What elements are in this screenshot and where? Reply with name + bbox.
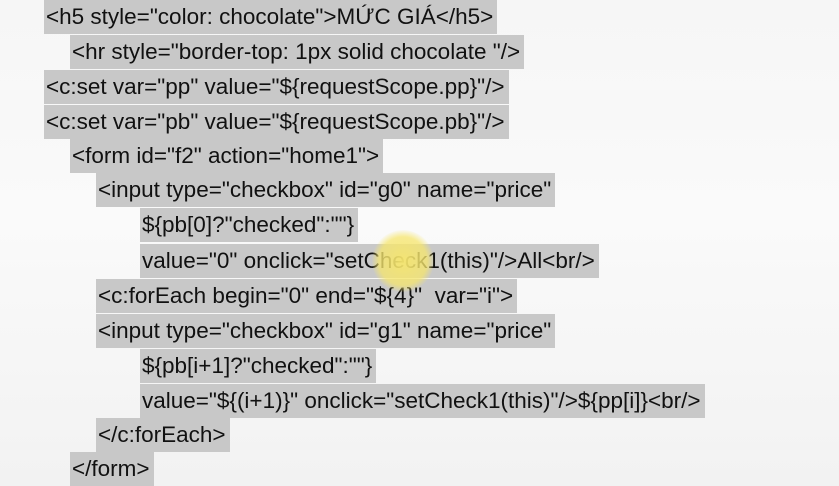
selected-text[interactable]: </form> xyxy=(70,452,154,486)
selected-text[interactable]: <c:set var="pp" value="${requestScope.pp… xyxy=(44,70,509,104)
selected-text[interactable]: </c:forEach> xyxy=(96,418,230,452)
code-line: <input type="checkbox" id="g1" name="pri… xyxy=(96,314,556,348)
code-line: <c:set var="pb" value="${requestScope.pb… xyxy=(44,105,509,139)
selected-text[interactable]: <hr style="border-top: 1px solid chocola… xyxy=(70,35,525,69)
code-editor-view: <h5 style="color: chocolate">MỨC GIÁ</h5… xyxy=(0,0,839,486)
code-line: <h5 style="color: chocolate">MỨC GIÁ</h5… xyxy=(44,0,498,34)
selected-text[interactable]: <c:forEach begin="0" end="${4}" var="i"> xyxy=(96,279,518,313)
code-line: ${pb[0]?"checked":""} xyxy=(140,208,359,242)
code-line: value="0" onclick="setCheck1(this)"/>All… xyxy=(140,244,599,278)
code-line: <input type="checkbox" id="g0" name="pri… xyxy=(96,173,556,207)
code-line: value="${(i+1)}" onclick="setCheck1(this… xyxy=(140,384,705,418)
selected-text[interactable]: <c:set var="pb" value="${requestScope.pb… xyxy=(44,105,509,139)
code-line: </c:forEach> xyxy=(96,418,230,452)
selected-text[interactable]: value="${(i+1)}" onclick="setCheck1(this… xyxy=(140,384,705,418)
code-line: <hr style="border-top: 1px solid chocola… xyxy=(70,35,525,69)
selected-text[interactable]: ${pb[i+1]?"checked":""} xyxy=(140,349,377,383)
selected-text[interactable]: <h5 style="color: chocolate">MỨC GIÁ</h5… xyxy=(44,0,498,34)
selected-text[interactable]: ${pb[0]?"checked":""} xyxy=(140,208,359,242)
selected-text[interactable]: value="0" onclick="setCheck1(this)"/>All… xyxy=(140,244,599,278)
selected-text[interactable]: <input type="checkbox" id="g0" name="pri… xyxy=(96,173,556,207)
code-line: <c:forEach begin="0" end="${4}" var="i"> xyxy=(96,279,518,313)
code-line: </form> xyxy=(70,452,154,486)
code-line: <c:set var="pp" value="${requestScope.pp… xyxy=(44,70,509,104)
code-line: ${pb[i+1]?"checked":""} xyxy=(140,349,377,383)
selected-text[interactable]: <input type="checkbox" id="g1" name="pri… xyxy=(96,314,556,348)
code-line: <form id="f2" action="home1"> xyxy=(70,139,384,173)
selected-text[interactable]: <form id="f2" action="home1"> xyxy=(70,139,384,173)
